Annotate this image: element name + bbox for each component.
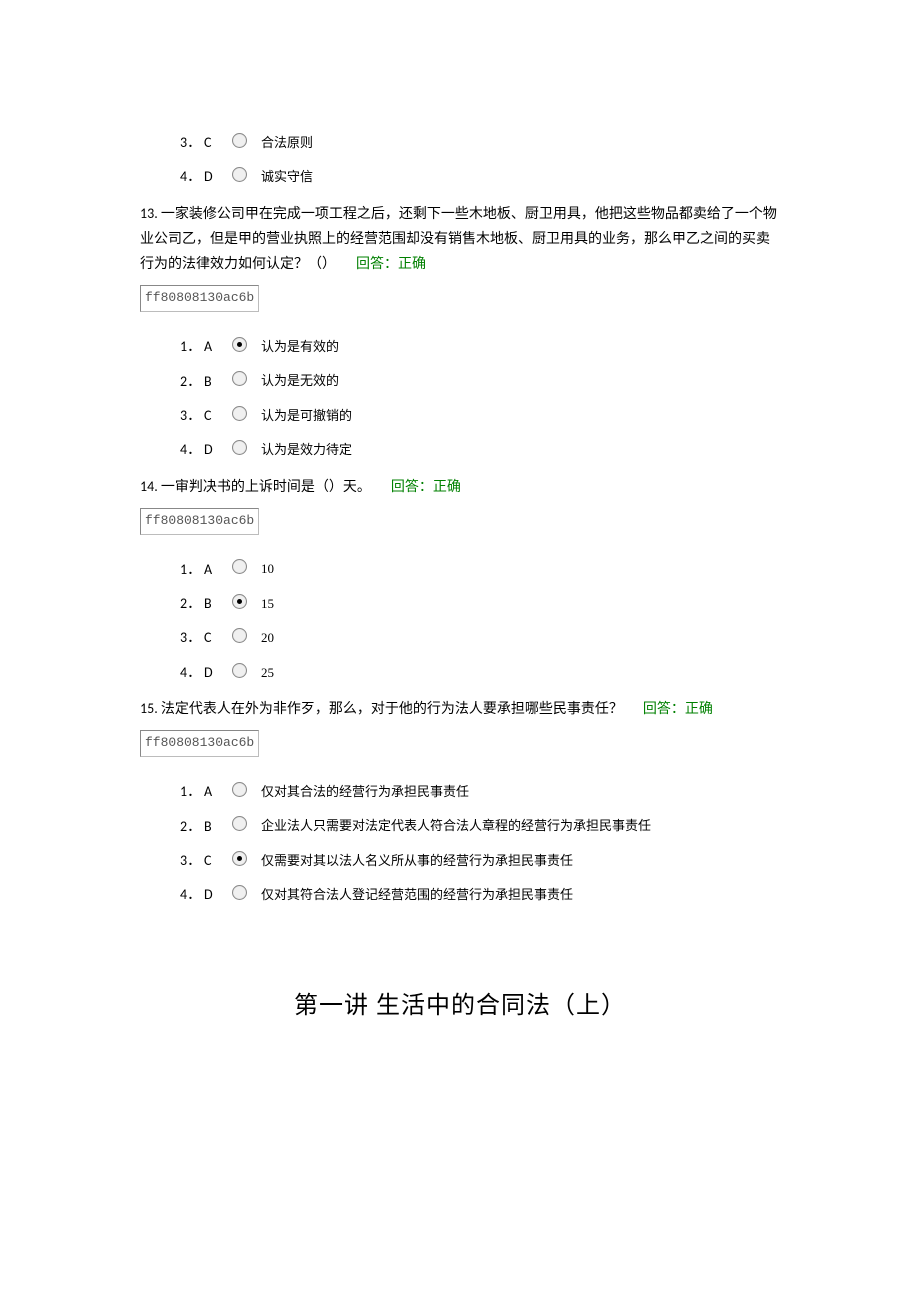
option-letter: D: [204, 662, 226, 684]
question: 13. 一家装修公司甲在完成一项工程之后，还剩下一些木地板、厨卫用具，他把这些物…: [140, 201, 780, 278]
option-row: 4．D 认为是效力待定: [180, 439, 780, 461]
option-number: 3．: [180, 132, 204, 154]
option-row: 2．B 企业法人只需要对法定代表人符合法人章程的经营行为承担民事责任: [180, 816, 780, 838]
option-text: 合法原则: [261, 133, 313, 154]
option-text: 仅对其合法的经营行为承担民事责任: [261, 782, 469, 803]
question-number: 13.: [140, 205, 161, 222]
question-text: 法定代表人在外为非作歹，那么，对于他的行为法人要承担哪些民事责任？: [161, 702, 623, 717]
radio-button[interactable]: [232, 440, 247, 455]
option-number: 3．: [180, 405, 204, 427]
option-text: 认为是效力待定: [261, 440, 352, 461]
option-text: 10: [261, 559, 274, 580]
option-text: 20: [261, 628, 274, 649]
option-text: 15: [261, 594, 274, 615]
section-title: 第一讲 生活中的合同法（上）: [140, 987, 780, 1025]
option-row: 1．A 仅对其合法的经营行为承担民事责任: [180, 781, 780, 803]
question-text: 一审判决书的上诉时间是（）天。: [161, 480, 371, 495]
option-number: 3．: [180, 627, 204, 649]
option-list: 1．A 10 2．B 15 3．C 20 4．D 25: [140, 559, 780, 685]
option-row: 4．D 诚实守信: [180, 166, 780, 188]
option-text: 诚实守信: [261, 167, 313, 188]
option-row: 2．B 15: [180, 593, 780, 615]
option-number: 4．: [180, 662, 204, 684]
question-code: ff80808130ac6b: [140, 508, 259, 535]
question-number: 14.: [140, 478, 161, 495]
option-number: 2．: [180, 371, 204, 393]
radio-button[interactable]: [232, 628, 247, 643]
radio-button[interactable]: [232, 594, 247, 609]
option-row: 3．C 20: [180, 627, 780, 649]
option-row: 3．C 合法原则: [180, 132, 780, 154]
option-letter: D: [204, 439, 226, 461]
radio-button[interactable]: [232, 133, 247, 148]
radio-button[interactable]: [232, 559, 247, 574]
radio-button[interactable]: [232, 167, 247, 182]
question: 14. 一审判决书的上诉时间是（）天。 回答：正确: [140, 474, 780, 500]
radio-button[interactable]: [232, 337, 247, 352]
radio-button[interactable]: [232, 782, 247, 797]
page-content: 3．C合法原则4．D诚实守信 13. 一家装修公司甲在完成一项工程之后，还剩下一…: [0, 0, 920, 1085]
option-letter: D: [204, 166, 226, 188]
option-row: 4．D 25: [180, 662, 780, 684]
question-code: ff80808130ac6b: [140, 730, 259, 757]
option-letter: A: [204, 781, 226, 803]
option-row: 1．A 认为是有效的: [180, 336, 780, 358]
radio-button[interactable]: [232, 663, 247, 678]
option-list: 1．A 认为是有效的 2．B 认为是无效的 3．C 认为是可撤销的 4．D 认为是效力待定: [140, 336, 780, 462]
option-letter: B: [204, 371, 226, 393]
question-code: ff80808130ac6b: [140, 285, 259, 312]
option-letter: B: [204, 816, 226, 838]
answer-status: 回答：正确: [391, 480, 461, 495]
option-letter: A: [204, 559, 226, 581]
option-number: 2．: [180, 816, 204, 838]
option-letter: C: [204, 132, 226, 154]
option-text: 仅需要对其以法人名义所从事的经营行为承担民事责任: [261, 851, 573, 872]
question: 15. 法定代表人在外为非作歹，那么，对于他的行为法人要承担哪些民事责任？ 回答：…: [140, 696, 780, 722]
option-number: 2．: [180, 593, 204, 615]
option-text: 认为是有效的: [261, 337, 339, 358]
option-number: 1．: [180, 336, 204, 358]
answer-status: 回答：正确: [643, 702, 713, 717]
radio-button[interactable]: [232, 371, 247, 386]
option-text: 企业法人只需要对法定代表人符合法人章程的经营行为承担民事责任: [261, 816, 651, 837]
radio-button[interactable]: [232, 885, 247, 900]
option-row: 3．C 认为是可撤销的: [180, 405, 780, 427]
answer-status: 回答：正确: [356, 257, 426, 272]
option-number: 4．: [180, 884, 204, 906]
radio-button[interactable]: [232, 406, 247, 421]
option-text: 25: [261, 663, 274, 684]
option-text: 仅对其符合法人登记经营范围的经营行为承担民事责任: [261, 885, 573, 906]
option-list: 1．A 仅对其合法的经营行为承担民事责任 2．B 企业法人只需要对法定代表人符合法人章…: [140, 781, 780, 907]
option-number: 4．: [180, 439, 204, 461]
radio-button[interactable]: [232, 816, 247, 831]
radio-button[interactable]: [232, 851, 247, 866]
option-letter: C: [204, 627, 226, 649]
option-number: 1．: [180, 781, 204, 803]
option-row: 2．B 认为是无效的: [180, 371, 780, 393]
question-text: 一家装修公司甲在完成一项工程之后，还剩下一些木地板、厨卫用具，他把这些物品都卖给…: [140, 207, 777, 272]
option-text: 认为是无效的: [261, 371, 339, 392]
option-number: 4．: [180, 166, 204, 188]
option-letter: D: [204, 884, 226, 906]
question-number: 15.: [140, 700, 161, 717]
option-row: 1．A 10: [180, 559, 780, 581]
option-row: 4．D 仅对其符合法人登记经营范围的经营行为承担民事责任: [180, 884, 780, 906]
option-letter: A: [204, 336, 226, 358]
option-row: 3．C 仅需要对其以法人名义所从事的经营行为承担民事责任: [180, 850, 780, 872]
option-letter: C: [204, 850, 226, 872]
option-number: 1．: [180, 559, 204, 581]
prev-question-options: 3．C 合法原则 4．D 诚实守信: [140, 132, 780, 189]
option-text: 认为是可撤销的: [261, 406, 352, 427]
option-letter: C: [204, 405, 226, 427]
option-number: 3．: [180, 850, 204, 872]
option-letter: B: [204, 593, 226, 615]
